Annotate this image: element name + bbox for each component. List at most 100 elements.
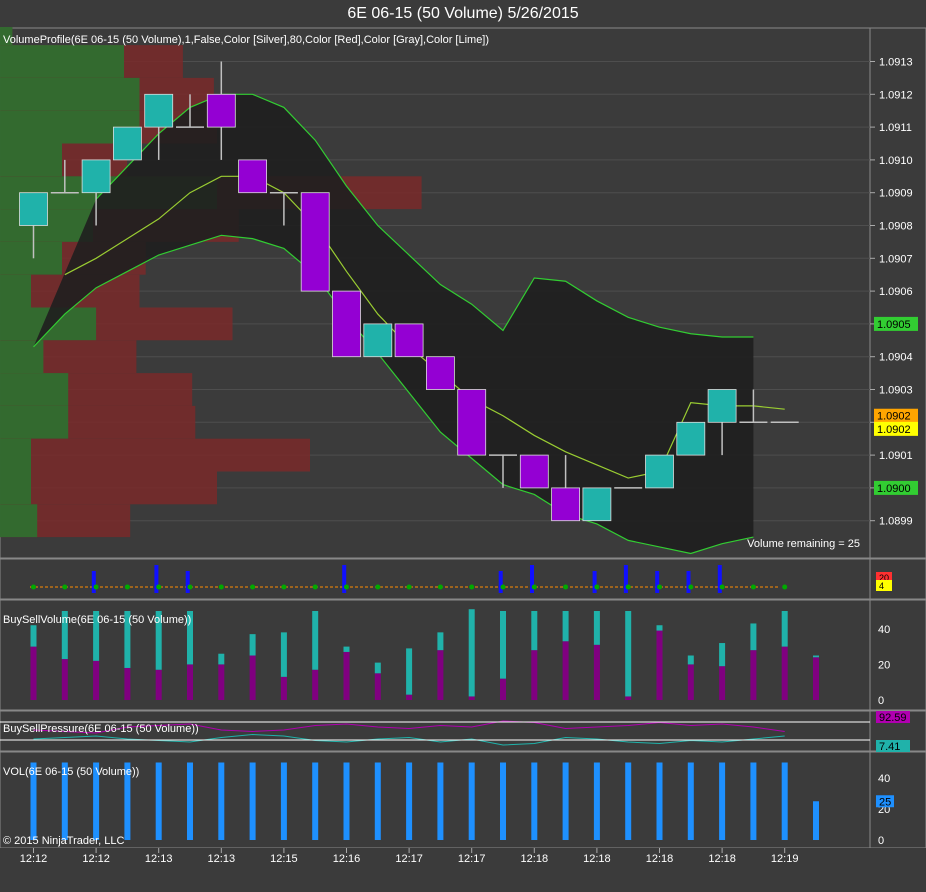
pressure-dot	[469, 584, 475, 590]
pressure-dot	[93, 584, 99, 590]
volume-bar	[249, 762, 256, 840]
pressure-dot-bar	[498, 571, 503, 593]
candle-down	[332, 290, 361, 358]
sell-volume-bar	[124, 667, 131, 700]
window-title: 6E 06-15 (50 Volume) 5/26/2015	[0, 0, 926, 27]
buysell-volume-title: BuySellVolume(6E 06-15 (50 Volume))	[3, 614, 191, 626]
profile-buy-bar	[0, 504, 38, 538]
candle-up	[582, 487, 612, 522]
profile-sell-bar	[0, 438, 310, 472]
candle-up	[81, 159, 111, 194]
pressure-dot	[312, 584, 318, 590]
pressure-dot	[31, 584, 36, 590]
buy-volume-bar	[437, 632, 444, 651]
time-tick-label: 12:17	[458, 853, 486, 865]
pressure-dot	[250, 584, 256, 590]
profile-buy-bar	[0, 241, 62, 275]
sell-volume-bar	[406, 694, 413, 700]
pressure-dot-bar	[655, 571, 660, 593]
candle-down	[206, 93, 236, 128]
dots-badge-label: 4	[879, 581, 884, 591]
price-tick-label: 1.0910	[879, 155, 913, 167]
pressure-dot	[782, 584, 788, 590]
sell-volume-bar	[687, 664, 694, 700]
buy-volume-bar	[406, 648, 413, 695]
sell-volume-bar	[218, 664, 225, 700]
sell-volume-bar	[750, 650, 757, 700]
chart-frame[interactable]: 1.0913 1.0912 1.0911 1.0910 1.0909 1.0908 1.09…	[0, 27, 926, 892]
candle-up	[19, 192, 48, 226]
pressure-dot-bar	[91, 571, 96, 593]
volume-bar	[343, 762, 350, 840]
profile-sell-bar	[0, 471, 217, 505]
sell-volume-bar	[593, 644, 600, 700]
price-tick-label: 1.0911	[879, 122, 912, 134]
volume-bar	[625, 762, 632, 840]
buy-volume-bar	[218, 653, 225, 665]
buy-volume-bar	[531, 611, 538, 651]
buy-volume-bar	[249, 634, 256, 656]
price-badge-label: 1.0900	[877, 483, 911, 495]
time-tick-label: 12:18	[646, 853, 674, 865]
candle-down	[425, 356, 455, 390]
price-badge-label: 1.0902	[877, 411, 911, 423]
candle-up	[676, 421, 706, 456]
time-tick-label: 12:18	[708, 853, 736, 865]
price-badge-label: 1.0902	[877, 424, 911, 436]
sell-volume-bar	[374, 673, 381, 700]
pressure-dot	[688, 584, 694, 590]
sell-volume-bar	[468, 696, 475, 700]
buy-volume-bar	[312, 611, 319, 670]
candle-up	[144, 93, 174, 128]
volume-bar	[187, 762, 193, 840]
volume-bar	[562, 762, 569, 840]
buy-volume-bar	[468, 609, 475, 697]
sell-volume-bar	[155, 669, 162, 700]
volume-bar	[719, 762, 726, 840]
pressure-dot	[500, 584, 506, 590]
profile-buy-bar	[0, 471, 31, 505]
time-tick-label: 12:12	[82, 853, 110, 865]
sell-volume-bar	[531, 650, 538, 700]
buy-volume-bar	[719, 643, 726, 667]
sell-volume-bar	[781, 646, 788, 700]
price-tick-label: 1.0903	[879, 385, 913, 397]
volume-bar	[218, 762, 225, 840]
bsv-tick-label: 20	[878, 659, 890, 671]
pressure-dot	[437, 584, 443, 590]
price-tick-label: 1.0912	[879, 89, 913, 101]
sell-volume-bar	[625, 696, 632, 700]
sell-volume-bar	[187, 664, 193, 700]
buy-volume-bar	[280, 632, 287, 677]
volume-tick-label: 0	[878, 835, 884, 847]
pressure-dot	[187, 584, 193, 590]
volume-bar	[593, 762, 600, 840]
price-tick-label: 1.0904	[879, 352, 913, 364]
sell-volume-bar	[656, 630, 663, 700]
candle-down	[394, 323, 424, 358]
price-tick-label: 1.0899	[879, 516, 913, 528]
volume-bar	[468, 762, 475, 840]
volume-bar	[312, 762, 319, 840]
profile-buy-bar	[0, 143, 62, 177]
dots-panel[interactable]	[0, 558, 871, 600]
candle-down	[300, 192, 330, 292]
time-tick-label: 12:15	[270, 853, 298, 865]
pressure-dot	[531, 584, 537, 590]
volume-tick-label: 40	[878, 773, 890, 785]
volume-bar	[406, 762, 413, 840]
buy-volume-bar	[781, 611, 788, 647]
bsv-tick-label: 0	[878, 695, 884, 707]
time-tick-label: 12:18	[521, 853, 549, 865]
volume-bar	[656, 762, 663, 840]
volume-bar	[500, 762, 506, 840]
pressure-badge-label: 7.41	[879, 741, 900, 753]
volume-bar	[280, 762, 287, 840]
candle-up	[113, 126, 142, 161]
buysell-volume-axis[interactable]	[869, 599, 926, 711]
volume-bar	[813, 801, 819, 840]
price-badge-label: 1.0905	[877, 319, 911, 331]
sell-volume-bar	[249, 655, 256, 700]
candle-down	[457, 389, 487, 456]
price-tick-label: 1.0907	[879, 253, 913, 265]
